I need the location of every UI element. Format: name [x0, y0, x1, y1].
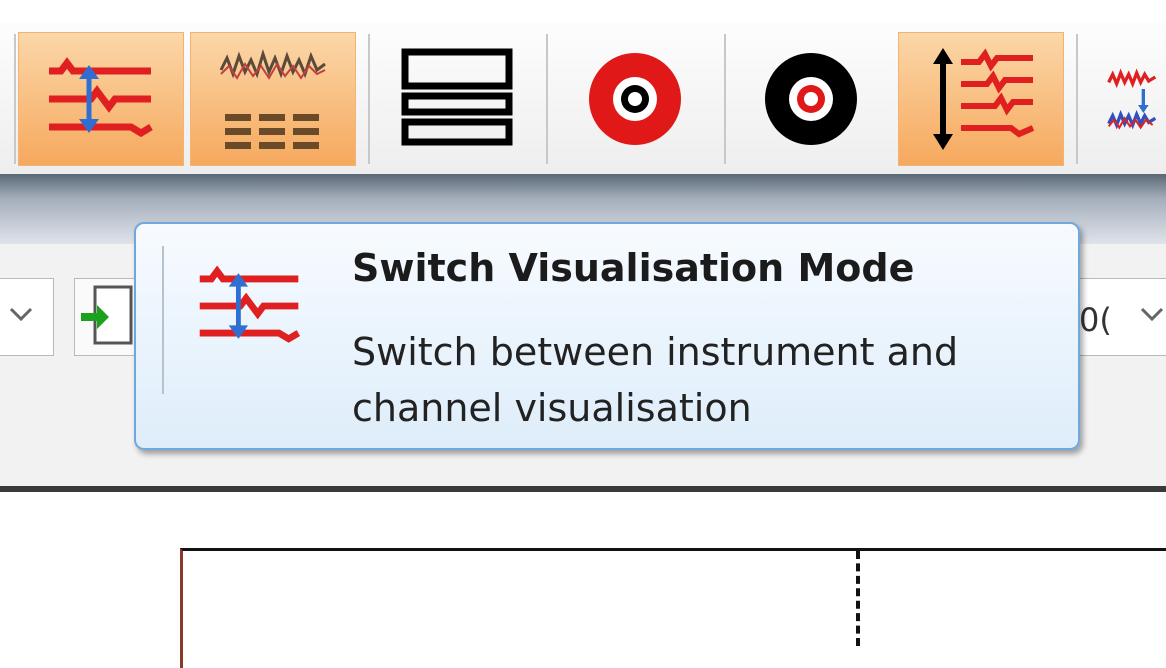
- import-file-icon: [81, 285, 133, 345]
- black-record-target-icon: [765, 53, 857, 145]
- panel-divider: [0, 486, 1166, 492]
- toolbar-separator: [368, 34, 370, 164]
- right-dropdown[interactable]: 0(: [1070, 278, 1166, 356]
- overlay-channels-icon: [1107, 68, 1157, 130]
- right-dropdown-value: 0(: [1079, 301, 1112, 339]
- cursor-dashed-line: [856, 551, 860, 646]
- tooltip-separator: [162, 246, 164, 394]
- top-strip: [0, 0, 1166, 22]
- layout-rows-icon: [401, 48, 513, 146]
- toolbar-separator: [1076, 34, 1078, 164]
- scale-channels-button[interactable]: [898, 32, 1064, 166]
- switch-visualisation-icon: [199, 265, 301, 343]
- tooltip-description: Switch between instrument and channel vi…: [352, 330, 959, 430]
- overlay-channels-button[interactable]: [1084, 32, 1166, 166]
- instrument-channels-icon: [219, 49, 326, 149]
- chevron-down-icon: [9, 307, 33, 322]
- scale-channels-icon: [933, 48, 1035, 150]
- chevron-down-icon: [1140, 307, 1164, 322]
- layout-rows-button[interactable]: [374, 32, 540, 166]
- black-record-target-button[interactable]: [728, 32, 894, 166]
- instrument-channels-button[interactable]: [190, 32, 356, 166]
- switch-visualisation-button[interactable]: [18, 32, 184, 166]
- tooltip-title: Switch Visualisation Mode: [352, 246, 915, 290]
- red-record-target-icon: [589, 53, 681, 145]
- red-record-target-button[interactable]: [552, 32, 718, 166]
- left-dropdown[interactable]: [0, 278, 54, 356]
- toolbar-separator: [724, 34, 726, 164]
- toolbar: [0, 22, 1166, 174]
- chart-area: [180, 548, 1166, 668]
- toolbar-separator: [546, 34, 548, 164]
- tooltip: Switch Visualisation Mode Switch between…: [134, 222, 1080, 450]
- toolbar-separator: [14, 34, 16, 164]
- switch-visualisation-icon: [49, 57, 153, 138]
